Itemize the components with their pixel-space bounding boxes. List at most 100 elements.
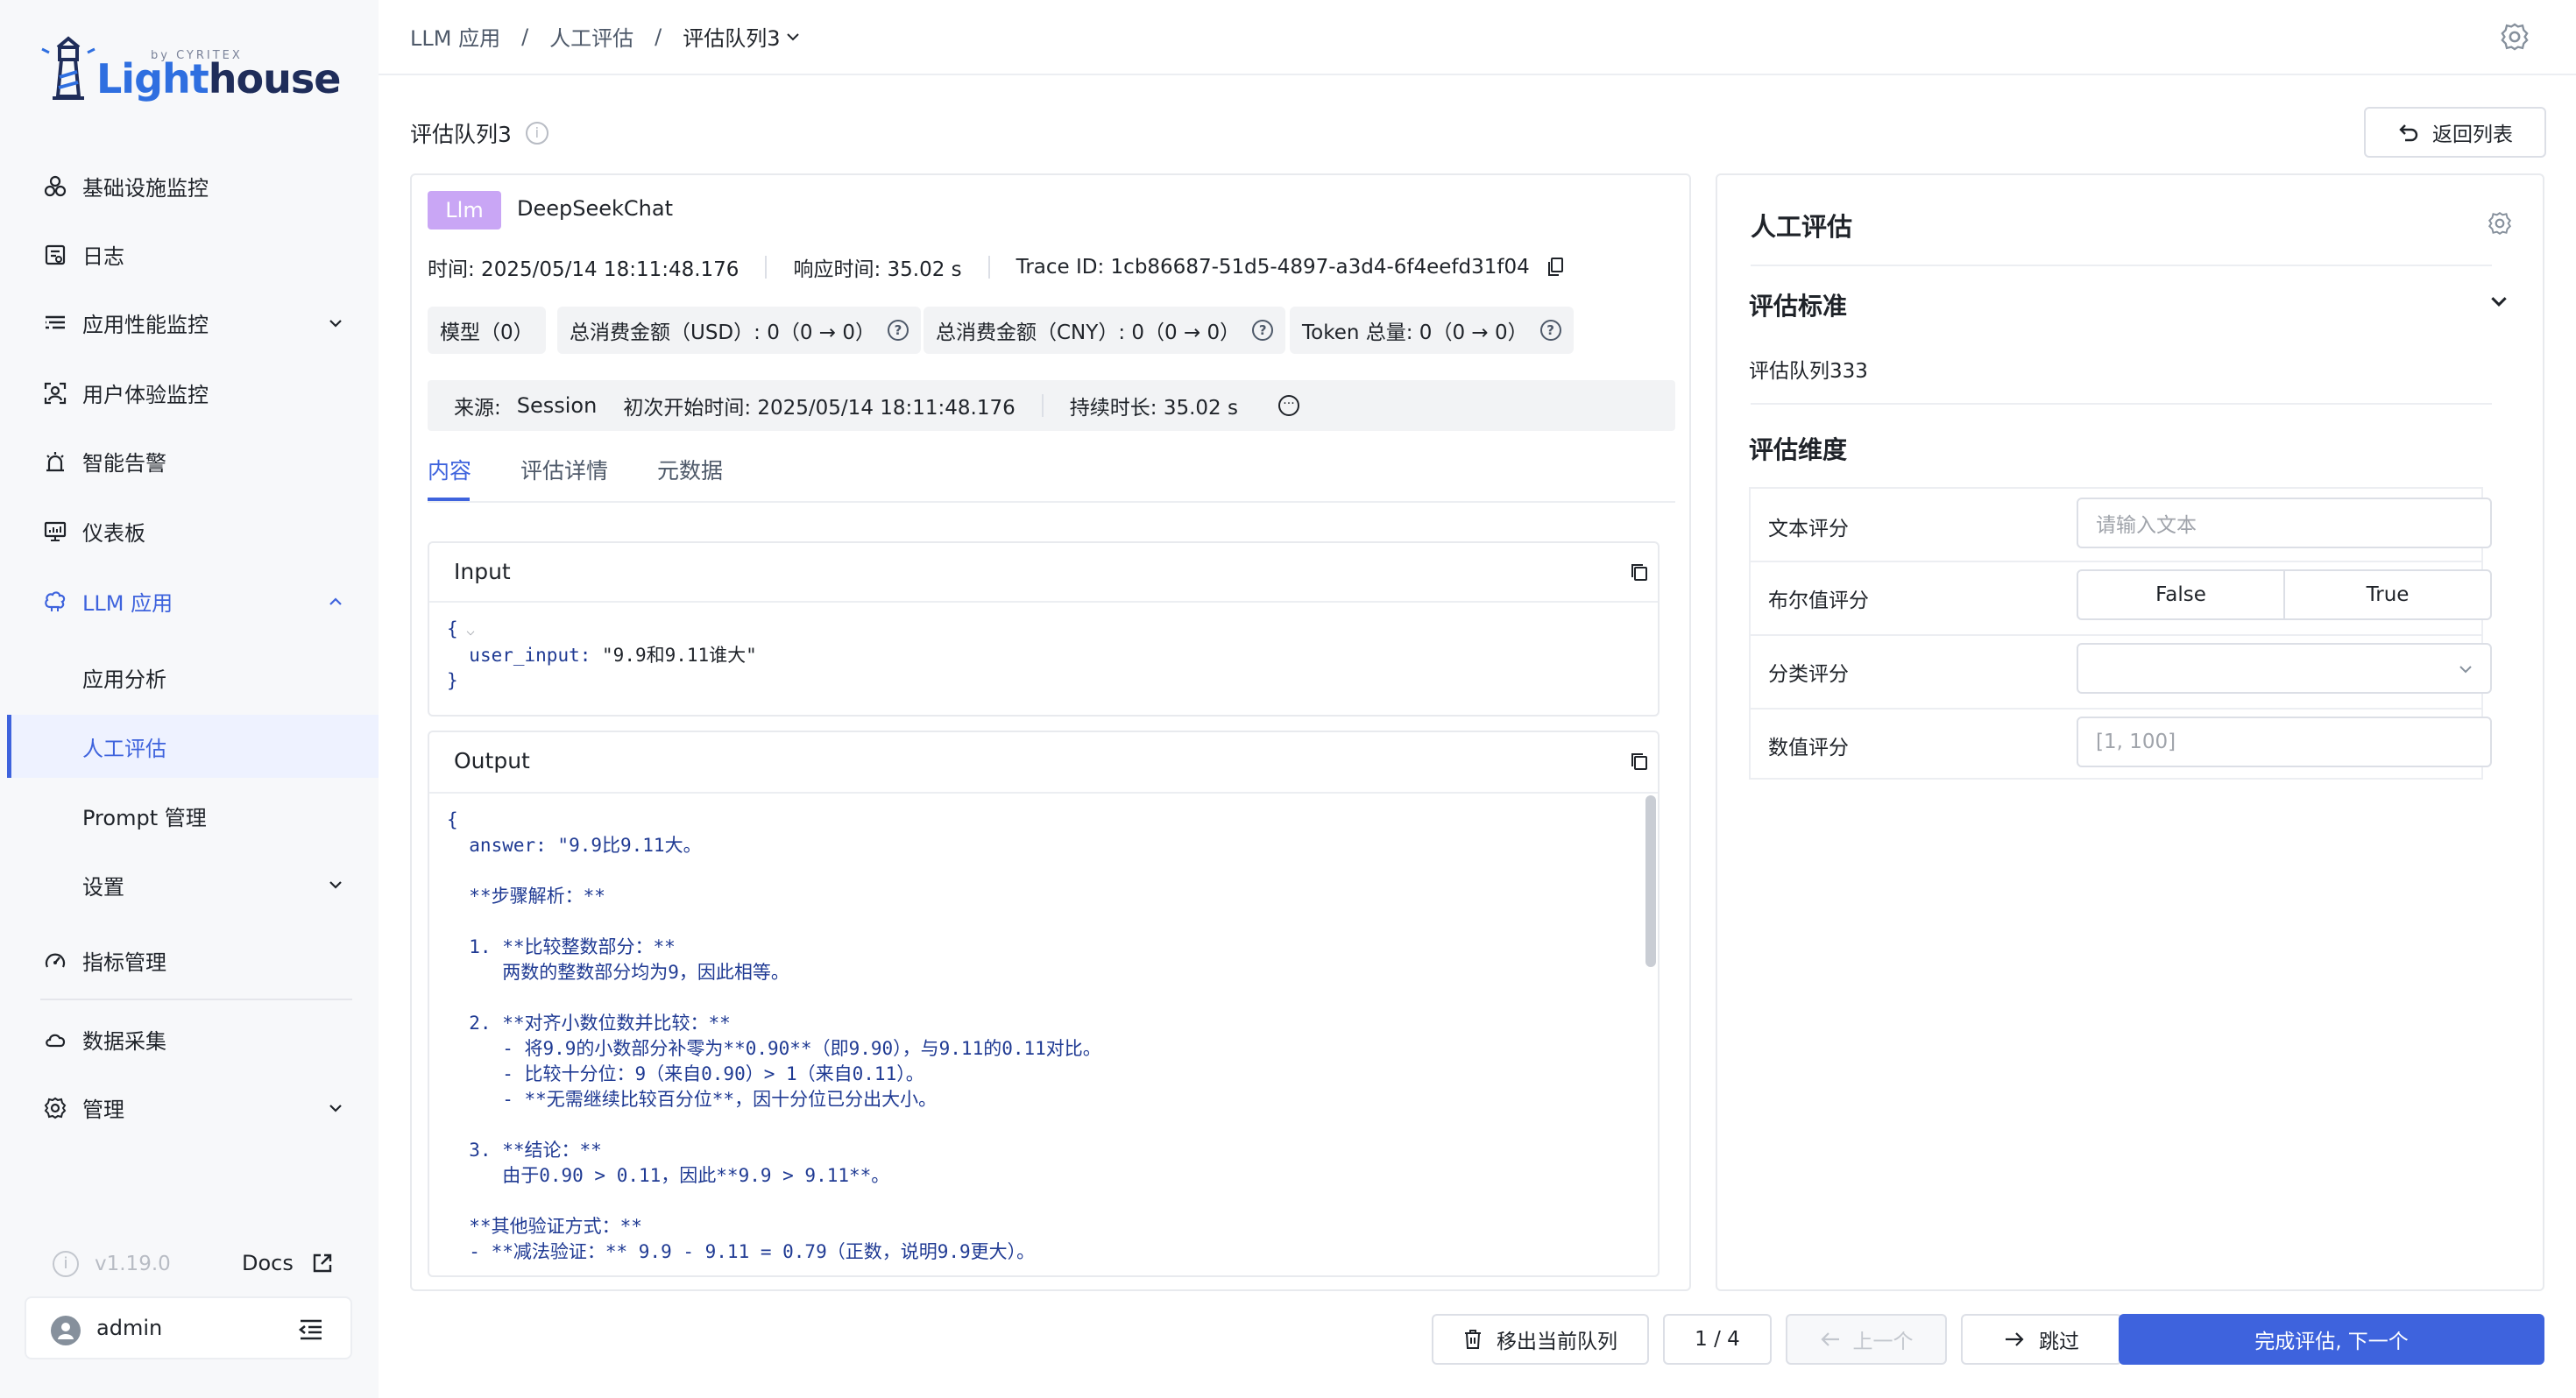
nav-manage[interactable]: 管理 (0, 1081, 379, 1133)
nav-dashboard[interactable]: 仪表板 (0, 505, 379, 557)
output-panel: Output { answer: "9.9比9.11大。 **步骤解析：** 1… (428, 731, 1660, 1277)
category-score-label: 分类评分 (1768, 663, 1849, 686)
chevron-down-icon[interactable] (326, 314, 345, 333)
chevron-up-icon[interactable] (326, 592, 345, 611)
external-link-icon (313, 1253, 332, 1273)
dimensions-title: 评估维度 (1749, 435, 1848, 464)
previous-button[interactable]: 上一个 (1786, 1314, 1947, 1365)
output-line: answer: "9.9比9.11大。 (447, 835, 702, 856)
info-icon: i (53, 1251, 79, 1277)
trace-name: DeepSeekChat (517, 196, 673, 221)
chevron-down-icon[interactable] (326, 1098, 345, 1118)
criteria-text: 评估队列333 (1749, 360, 1868, 383)
output-line: - 比较十分位：9（来自0.90）> 1（来自0.11）。 (447, 1063, 924, 1084)
output-scrollbar[interactable] (1645, 795, 1656, 967)
bool-true-option[interactable]: True (2285, 571, 2490, 618)
numeric-score-input[interactable]: [1, 100] (2077, 717, 2492, 767)
nav-rum[interactable]: 用户体验监控 (0, 366, 379, 419)
input-json: { ⌵ user_input: "9.9和9.11谁大" } (447, 618, 757, 691)
cny-cost-chip: 总消费金额（CNY）: 0（0 → 0）? (924, 307, 1286, 354)
gear-icon[interactable] (2487, 210, 2513, 237)
username: admin (96, 1316, 163, 1340)
output-line: 由于0.90 > 0.11，因此**9.9 > 9.11**。 (447, 1165, 890, 1186)
output-line: 3. **结论：** (447, 1140, 602, 1161)
output-line: - **无需继续比较百分位**，因十分位已分出大小。 (447, 1089, 938, 1110)
cluster-icon (42, 173, 68, 200)
breadcrumb-llm-app[interactable]: LLM 应用 (410, 21, 500, 52)
output-line: 2. **对齐小数位数并比较：** (447, 1013, 731, 1034)
copy-icon[interactable] (1630, 752, 1649, 773)
collapse-menu-icon[interactable] (298, 1317, 324, 1342)
chevron-down-icon (786, 32, 799, 40)
tab-content[interactable]: 内容 (428, 454, 471, 485)
nav-llm-settings[interactable]: 设置 (7, 853, 379, 916)
help-icon[interactable]: ? (1252, 320, 1274, 341)
lighthouse-icon (41, 36, 96, 100)
help-icon[interactable]: ? (888, 320, 909, 341)
text-score-input[interactable]: 请输入文本 (2077, 498, 2492, 548)
remove-from-queue-button[interactable]: 移出当前队列 (1432, 1314, 1649, 1365)
model-chip: 模型（0） (428, 307, 546, 354)
back-to-list-button[interactable]: 返回列表 (2364, 107, 2546, 158)
skip-button[interactable]: 跳过 (1961, 1314, 2122, 1365)
top-bar: LLM 应用 / 人工评估 / 评估队列3 (379, 0, 2576, 75)
nav-llm-analysis[interactable]: 应用分析 (7, 646, 379, 709)
nav-llm-prompt[interactable]: Prompt 管理 (7, 784, 379, 847)
gear-icon[interactable] (2499, 21, 2530, 53)
gear-icon (42, 1095, 68, 1121)
breadcrumb-current-queue[interactable]: 评估队列3 (683, 21, 801, 52)
brand-logo[interactable]: Lighthouse (40, 35, 341, 102)
category-score-select[interactable] (2077, 643, 2492, 694)
copy-icon[interactable] (1546, 257, 1565, 278)
more-icon[interactable]: ··· (1277, 395, 1299, 416)
user-scan-icon (42, 380, 68, 406)
nav-alerts[interactable]: 智能告警 (0, 434, 379, 487)
source-session-link[interactable]: Session (517, 393, 598, 418)
output-json: { answer: "9.9比9.11大。 **步骤解析：** 1. **比较整… (447, 808, 1101, 1265)
trace-detail-card: Llm DeepSeekChat 时间: 2025/05/14 18:11:48… (410, 173, 1691, 1291)
criteria-title: 评估标准 (1749, 292, 1848, 321)
user-menu[interactable]: admin (25, 1296, 352, 1359)
info-icon[interactable]: i (525, 122, 548, 145)
nav-apm[interactable]: 应用性能监控 (0, 296, 379, 349)
list-filter-icon (42, 310, 68, 336)
nav-logs[interactable]: 日志 (0, 228, 379, 280)
output-title: Output (454, 748, 530, 773)
arrow-right-icon (2006, 1332, 2024, 1346)
text-score-label: 文本评分 (1768, 518, 1849, 540)
trash-icon (1465, 1330, 1481, 1349)
avatar (51, 1316, 81, 1345)
eval-title: 人工评估 (1751, 212, 1853, 242)
output-line: 两数的整数部分均为9，因此相等。 (447, 962, 789, 983)
bool-false-option[interactable]: False (2078, 571, 2285, 618)
chevron-down-icon[interactable] (326, 875, 345, 894)
copy-icon[interactable] (1630, 562, 1649, 583)
brand-name: Lighthouse (96, 55, 341, 102)
tab-metadata[interactable]: 元数据 (657, 454, 723, 485)
trace-meta: 时间: 2025/05/14 18:11:48.176 响应时间: 35.02 … (428, 252, 1565, 282)
bool-score-toggle: False True (2077, 569, 2492, 620)
nav-llm-human-eval[interactable]: 人工评估 (7, 715, 379, 778)
nav-infra-monitoring[interactable]: 基础设施监控 (0, 159, 379, 212)
finish-and-next-button[interactable]: 完成评估, 下一个 (2119, 1314, 2544, 1365)
arrow-left-icon (1820, 1332, 1839, 1346)
help-icon[interactable]: ? (1539, 320, 1561, 341)
user-icon (58, 1323, 74, 1339)
chevron-down-icon[interactable] (2487, 289, 2511, 314)
gauge-icon (42, 948, 68, 974)
tab-eval-detail[interactable]: 评估详情 (520, 454, 608, 485)
version-info: i v1.19.0 (53, 1251, 171, 1277)
nav-data-collect[interactable]: 数据采集 (0, 1013, 379, 1065)
content-tabs: 内容 评估详情 元数据 (428, 452, 1675, 503)
output-line: 1. **比较整数部分：** (447, 936, 676, 957)
chevron-down-icon (2459, 666, 2472, 674)
log-icon (42, 242, 68, 268)
nav-metrics[interactable]: 指标管理 (0, 934, 379, 986)
queue-position: 1 / 4 (1663, 1314, 1772, 1365)
docs-link[interactable]: Docs (242, 1251, 334, 1275)
llm-tag: Llm (428, 191, 501, 229)
nav-llm-app[interactable]: LLM 应用 (0, 575, 379, 627)
breadcrumb-human-eval[interactable]: 人工评估 (549, 21, 633, 52)
